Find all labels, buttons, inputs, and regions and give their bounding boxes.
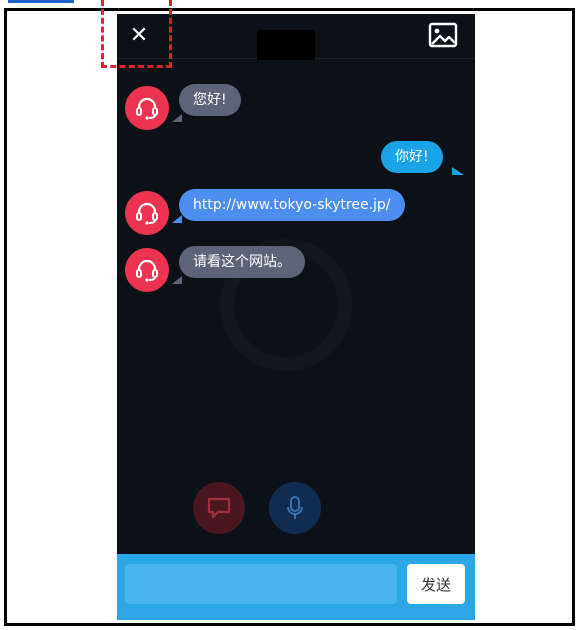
headset-icon bbox=[136, 259, 158, 282]
chat-bubble-icon bbox=[207, 497, 231, 519]
image-button[interactable] bbox=[428, 22, 458, 48]
bubble-tail bbox=[452, 167, 464, 175]
image-icon bbox=[428, 22, 458, 48]
send-button[interactable]: 发送 bbox=[407, 564, 465, 604]
headset-icon bbox=[136, 97, 158, 120]
agent-avatar bbox=[125, 86, 169, 130]
headset-icon bbox=[136, 202, 158, 225]
message-composer: 发送 bbox=[117, 554, 475, 620]
agent-avatar bbox=[125, 248, 169, 292]
top-link-underline bbox=[8, 0, 74, 3]
message-bubble: 请看这个网站。 bbox=[179, 246, 305, 278]
message-input[interactable] bbox=[125, 564, 397, 604]
message-row: http://www.tokyo-skytree.jp/ bbox=[117, 189, 475, 239]
microphone-button[interactable] bbox=[269, 482, 321, 534]
microphone-icon bbox=[287, 496, 303, 519]
agent-avatar bbox=[125, 191, 169, 235]
message-row: 请看这个网站。 bbox=[117, 246, 475, 296]
message-bubble: 您好! bbox=[179, 84, 241, 116]
message-row: 您好! bbox=[117, 84, 475, 134]
bottom-action-icons bbox=[117, 482, 475, 534]
link-message-bubble[interactable]: http://www.tokyo-skytree.jp/ bbox=[179, 189, 405, 221]
bubble-tail bbox=[172, 215, 182, 223]
message-bubble: 你好! bbox=[381, 141, 443, 173]
bubble-tail bbox=[172, 114, 182, 122]
message-row: 你好! bbox=[117, 139, 475, 179]
chat-screen: ✕ 您好! 你好! http://www.tokyo-skytree.jp/ 请… bbox=[117, 14, 475, 620]
bubble-tail bbox=[172, 276, 182, 284]
camera-notch bbox=[257, 30, 315, 60]
chat-button[interactable] bbox=[193, 482, 245, 534]
close-button-highlight bbox=[101, 0, 172, 68]
